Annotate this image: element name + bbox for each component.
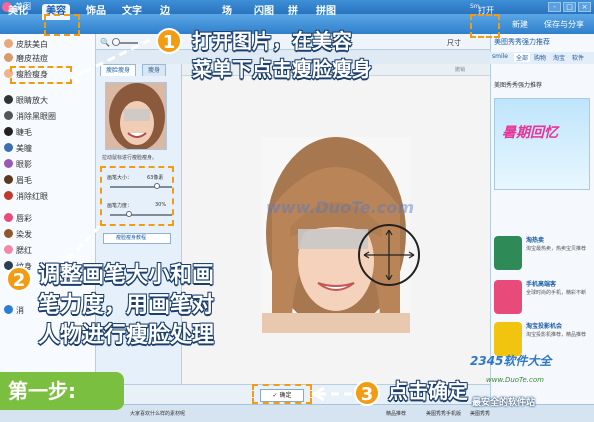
step-three-text: 点击确定 bbox=[388, 379, 468, 403]
step-two-badge: 2 bbox=[6, 266, 32, 292]
site-slogan: 最安全的软件站 bbox=[472, 398, 536, 408]
step-one-badge: 1 bbox=[156, 28, 182, 54]
step-one-text-line2: 菜单下点击瘦脸瘦身 bbox=[192, 57, 372, 81]
first-step-label: 第一步: bbox=[0, 372, 124, 410]
step-two-text-line3: 人物进行瘦脸处理 bbox=[38, 323, 215, 348]
site-url: www.DuoTe.com bbox=[486, 376, 544, 384]
meitu-app-window: 美图 Sm - □ × 美化 美容 饰品 文字 边 场 闪图 拼 拼图 打开 新… bbox=[0, 0, 594, 422]
step-two-text-line2: 笔力度，用画笔对 bbox=[38, 293, 215, 318]
step-three-badge: 3 bbox=[354, 380, 380, 406]
site-logo: 2345软件大全 bbox=[470, 354, 552, 368]
step-two-text: 调整画笔大小和画 bbox=[38, 263, 215, 288]
step-one-text: 打开图片，在美容 bbox=[192, 29, 352, 53]
